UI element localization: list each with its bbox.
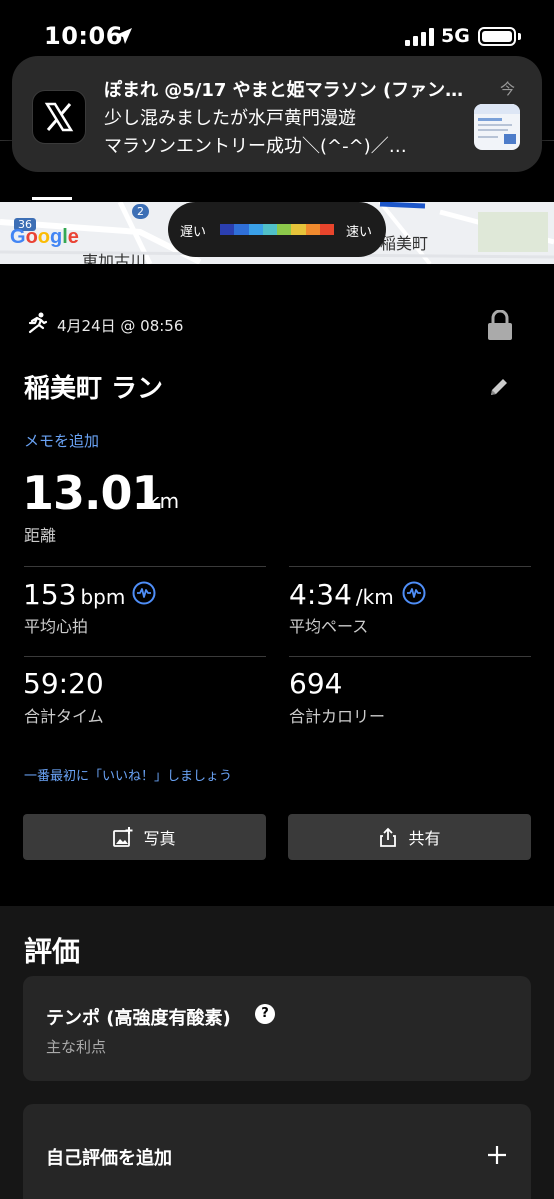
x-app-icon <box>32 90 86 144</box>
map-place-higashikakogawa: 東加古川 <box>82 252 147 264</box>
total-time-value: 59:20 <box>23 667 104 700</box>
notification-title: ぽまれ @5/17 やまと姫マラソン (ファン… <box>104 80 464 101</box>
network-type: 5G <box>441 25 470 47</box>
legend-color-bar <box>220 224 334 235</box>
speed-legend: 遅い 速い <box>168 202 386 257</box>
rating-section: 評価 テンポ (高強度有酸素) ? 主な利点 自己評価を追加 <box>0 906 554 1199</box>
legend-color-segment <box>319 224 334 235</box>
like-prompt-link[interactable]: 一番最初に「いいね！」しましょう <box>24 765 232 784</box>
add-photo-icon <box>113 827 133 847</box>
legend-slow-label: 遅い <box>180 225 207 240</box>
pace-chart-icon[interactable] <box>402 581 426 605</box>
notification-body-line1: 少し混みましたが水戸黄門漫遊 <box>104 108 356 129</box>
training-effect-title: テンポ (高強度有酸素) <box>46 1008 231 1029</box>
calories-label: 合計カロリー <box>289 707 386 726</box>
divider <box>289 566 531 567</box>
training-effect-subtitle: 主な利点 <box>46 1038 107 1056</box>
pace-value: 4:34 <box>289 578 352 611</box>
pace-label: 平均ペース <box>289 617 369 636</box>
legend-color-segment <box>248 224 263 235</box>
divider <box>289 656 531 657</box>
notification-body-line2: マラソンエントリー成功＼(^-^)／… <box>104 136 407 157</box>
activity-title: 稲美町 ラン <box>24 374 164 404</box>
legend-color-segment <box>277 224 292 235</box>
calories-stat: 694 <box>289 667 342 700</box>
legend-color-segment <box>291 224 306 235</box>
heart-rate-stat: 153 bpm <box>23 578 125 611</box>
photo-button[interactable]: 写真 <box>23 814 266 860</box>
add-self-rating-label: 自己評価を追加 <box>46 1148 172 1169</box>
distance-unit: km <box>148 489 180 513</box>
heart-rate-label: 平均心拍 <box>24 617 89 636</box>
pace-stat: 4:34/km <box>289 578 394 611</box>
cellular-signal-icon <box>405 28 434 46</box>
notification-time: 今 <box>500 80 516 98</box>
google-logo: Google <box>10 226 79 248</box>
total-time-stat: 59:20 <box>23 667 104 700</box>
lock-icon[interactable] <box>487 310 513 340</box>
help-icon[interactable]: ? <box>255 1004 275 1024</box>
battery-icon <box>478 27 516 46</box>
training-effect-card[interactable]: テンポ (高強度有酸素) ? 主な利点 <box>23 976 531 1081</box>
add-self-rating-card[interactable]: 自己評価を追加 <box>23 1104 531 1199</box>
legend-color-segment <box>262 224 277 235</box>
heart-rate-unit: bpm <box>80 585 126 609</box>
notification-banner[interactable]: ぽまれ @5/17 やまと姫マラソン (ファン… 少し混みましたが水戸黄門漫遊 … <box>12 56 542 172</box>
legend-color-segment <box>234 224 249 235</box>
legend-fast-label: 速い <box>346 225 373 240</box>
notification-thumbnail <box>474 104 520 150</box>
calories-value: 694 <box>289 667 343 700</box>
add-memo-link[interactable]: メモを追加 <box>24 430 99 451</box>
battery-tip <box>518 33 521 40</box>
route-badge-2: 2 <box>132 204 149 219</box>
legend-color-segment <box>220 224 235 235</box>
status-time: 10:06 <box>44 22 123 50</box>
activity-detail-screen: 10:06 5G 36 2 Google 東加古川 稲美町 遅い 速い ぽまれ … <box>0 0 554 1199</box>
activity-datetime: 4月24日 @ 08:56 <box>57 317 184 335</box>
total-time-label: 合計タイム <box>24 707 104 726</box>
divider <box>24 566 266 567</box>
map-place-inami: 稲美町 <box>380 234 429 253</box>
active-tab-indicator <box>32 197 72 200</box>
rating-heading: 評価 <box>24 935 81 968</box>
heart-rate-chart-icon[interactable] <box>132 581 156 605</box>
share-button-label: 共有 <box>408 829 441 848</box>
heart-rate-value: 153 <box>23 578 77 611</box>
pencil-icon[interactable] <box>488 376 510 398</box>
photo-button-label: 写真 <box>143 829 176 848</box>
distance-value: 13.01 <box>22 466 164 520</box>
share-icon <box>380 827 397 847</box>
legend-color-segment <box>305 224 320 235</box>
run-icon <box>28 312 48 334</box>
plus-icon[interactable] <box>486 1144 508 1166</box>
share-button[interactable]: 共有 <box>288 814 531 860</box>
location-arrow-icon <box>116 28 132 44</box>
divider <box>24 656 266 657</box>
pace-unit: /km <box>355 585 394 609</box>
distance-label: 距離 <box>24 526 57 545</box>
